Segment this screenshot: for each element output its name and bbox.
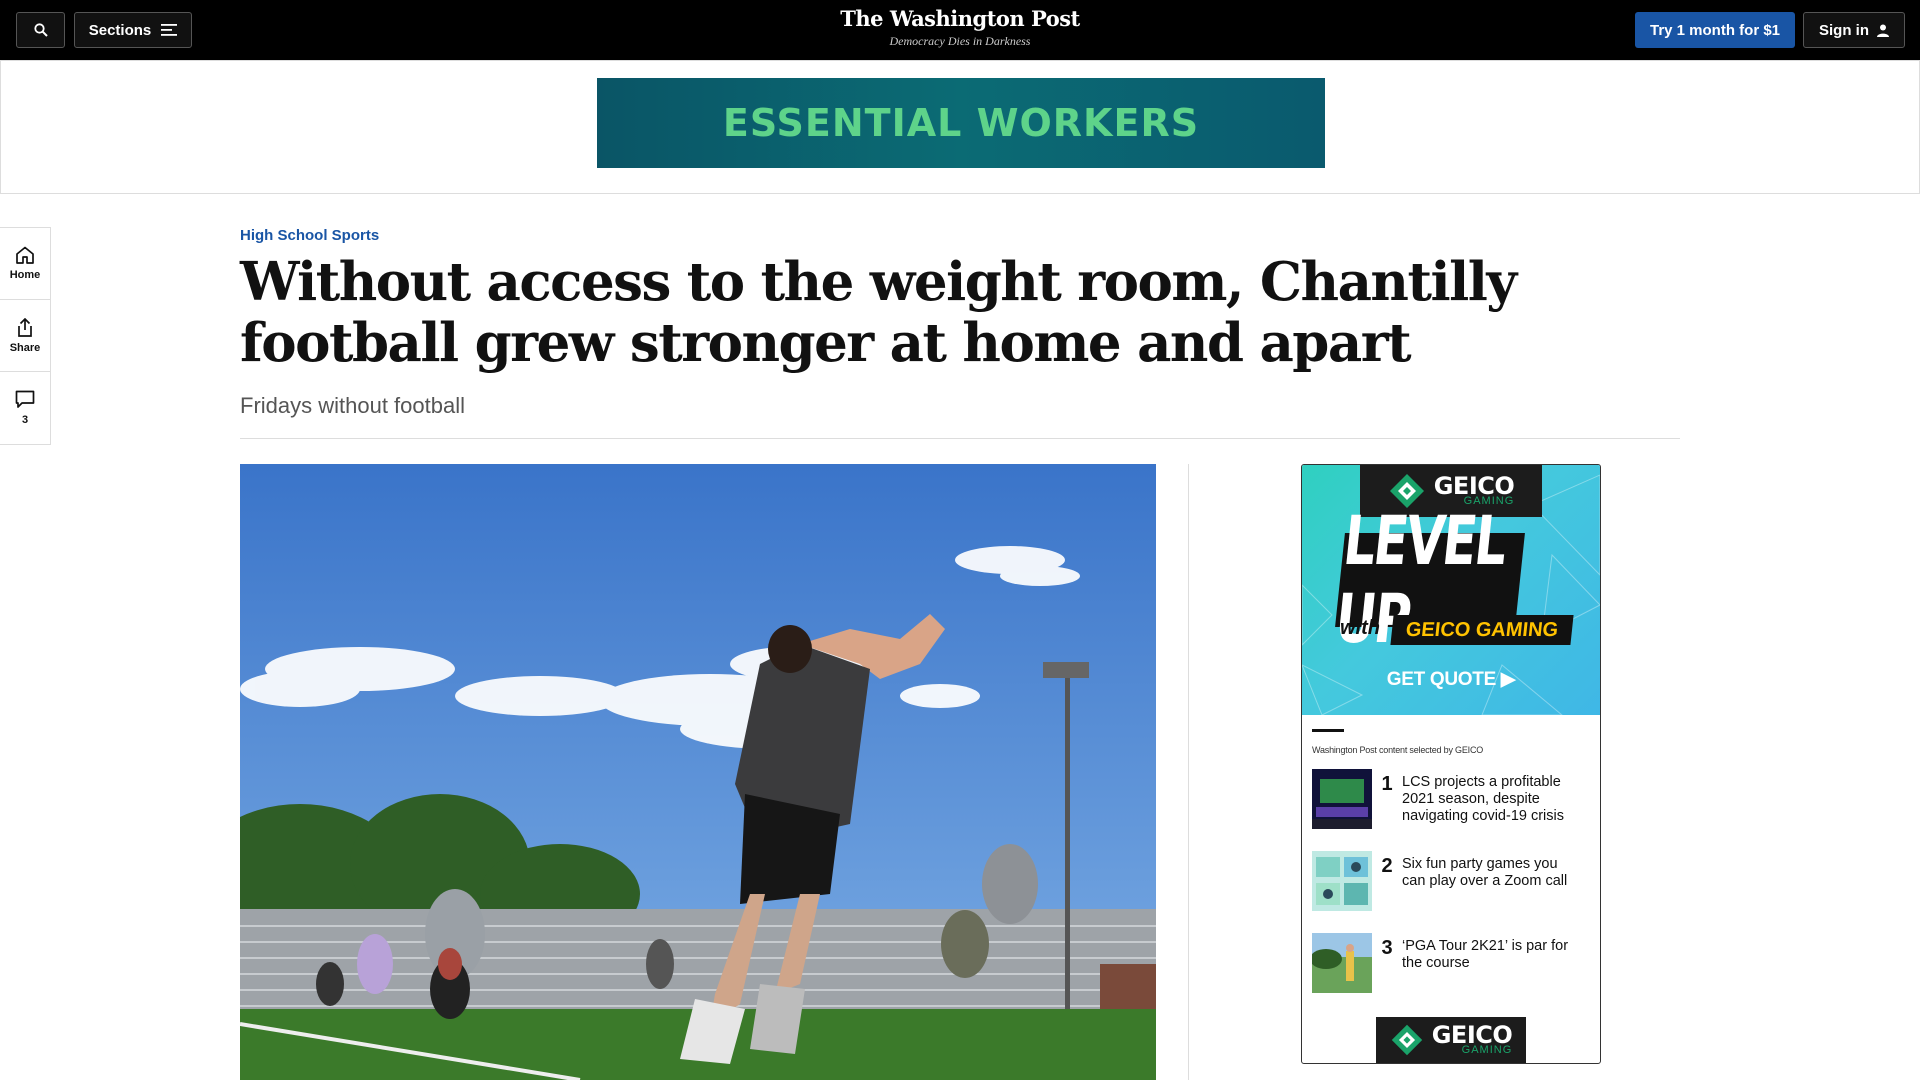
home-label: Home [9,269,41,281]
home-icon [16,246,34,264]
sections-button[interactable]: Sections [74,12,192,48]
ad-item-title[interactable]: LCS projects a profitable 2021 season, d… [1402,769,1582,825]
article-dek: Fridays without football [240,393,465,418]
lead-photo-image [240,464,1156,1080]
section-kicker-link[interactable]: High School Sports [240,227,379,244]
top-nav: Sections The Washington Post Democracy D… [0,0,1920,60]
search-button[interactable] [16,12,65,48]
ad-item-title[interactable]: Six fun party games you can play over a … [1402,851,1582,890]
top-ad-band: ESSENTIAL WORKERS [0,60,1920,194]
header-divider [240,438,1680,439]
column-divider [1188,464,1189,1080]
article-headline: Without access to the weight room, Chant… [240,251,1517,374]
ad-item-title[interactable]: ‘PGA Tour 2K21’ is par for the course [1402,933,1582,972]
comment-icon [15,390,35,408]
sidebar-ad[interactable]: GEICO GAMING LEVEL UP with GEICO GAMING … [1301,464,1601,1064]
comments-count: 3 [21,414,29,426]
sections-label: Sections [88,21,152,39]
ad-footer-geico-logo[interactable]: GEICO GAMING [1376,1017,1526,1063]
site-tagline: Democracy Dies in Darkness [889,34,1031,48]
geico-footer-brand: GEICO [1431,1021,1513,1049]
masthead[interactable]: The Washington Post Democracy Dies in Da… [760,5,1160,49]
geico-brand-text: GEICO [1433,472,1515,500]
level-up-graphic: LEVEL UP [1332,502,1525,658]
geico-gaming-pill: GEICO GAMING [1390,615,1574,645]
share-icon [18,317,32,337]
geico-footer-wordmark: GEICO GAMING [1431,1021,1513,1056]
banner-ad-text: ESSENTIAL WORKERS [722,101,1200,145]
site-logo[interactable]: The Washington Post [760,5,1160,33]
ad-item-number: 3 [1381,937,1393,959]
ad-item-number: 2 [1381,855,1393,877]
ad-with-text: with [1340,617,1380,639]
ad-thumbnail-esports-stage [1312,769,1372,829]
comments-button[interactable]: 3 [0,372,50,444]
ad-item-number: 1 [1381,773,1393,795]
geico-gaming-logo-icon [1391,1024,1422,1056]
get-quote-button[interactable]: GET QUOTE ▶ [1302,668,1600,691]
home-button[interactable]: Home [0,228,50,300]
menu-icon [161,24,178,36]
ad-thumbnail-party-games [1312,851,1372,911]
share-label: Share [9,341,41,354]
share-button[interactable]: Share [0,300,50,372]
search-icon [33,23,48,37]
subscribe-trial-button[interactable]: Try 1 month for $1 [1635,12,1795,48]
user-icon [1877,24,1889,37]
ad-content-list: Washington Post content selected by GEIC… [1302,715,1600,1015]
sign-in-button[interactable]: Sign in [1803,12,1905,48]
ad-divider [1312,729,1344,732]
left-utility-rail: Home Share 3 [0,227,51,445]
ad-creative[interactable]: GEICO GAMING LEVEL UP with GEICO GAMING … [1302,465,1600,715]
lead-photo[interactable] [240,464,1156,1080]
ad-list-item[interactable]: 2 Six fun party games you can play over … [1312,851,1590,933]
ad-thumbnail-golf [1312,933,1372,993]
ad-list-item[interactable]: 1 LCS projects a profitable 2021 season,… [1312,769,1590,851]
banner-ad[interactable]: ESSENTIAL WORKERS [597,78,1325,168]
ad-list-item[interactable]: 3 ‘PGA Tour 2K21’ is par for the course [1312,933,1590,1015]
sign-in-label: Sign in [1819,21,1869,39]
ad-credit: Washington Post content selected by GEIC… [1312,745,1484,755]
